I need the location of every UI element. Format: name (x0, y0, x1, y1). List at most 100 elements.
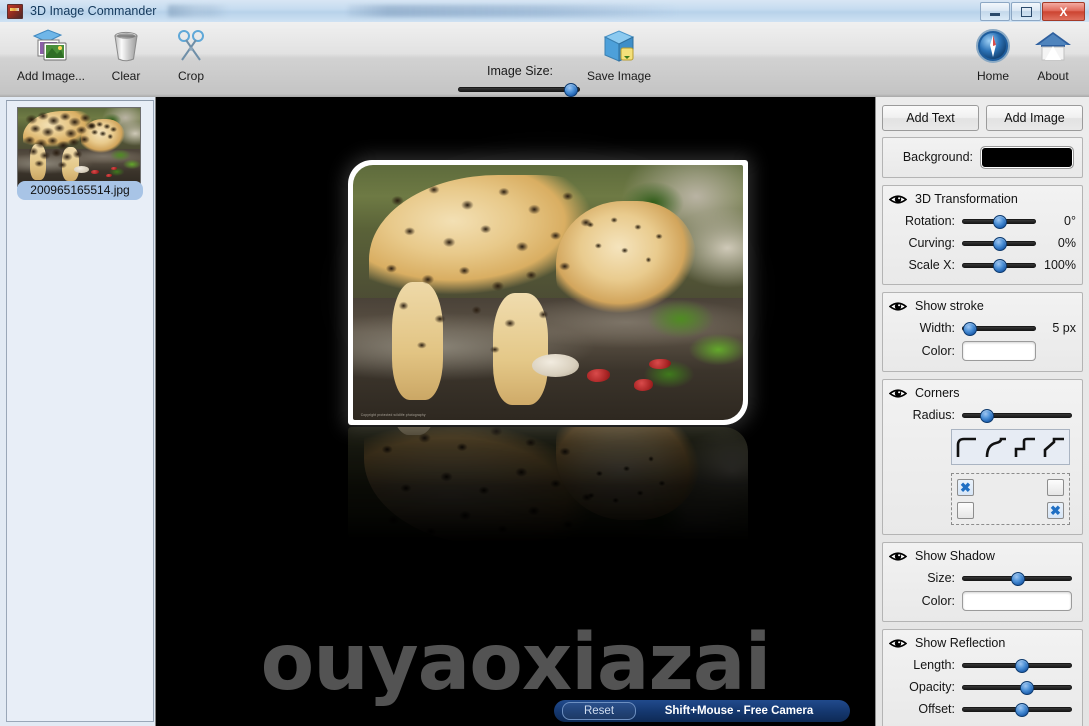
reflection-length-slider-thumb[interactable] (1015, 659, 1030, 673)
reflection-group: Show Reflection Length: Opacity: Offset: (882, 629, 1083, 726)
corners-header: Corners (888, 386, 1076, 400)
reflection-length-label: Length: (913, 658, 955, 672)
application-window: 3D Image Commander X Add Image... Clear … (0, 0, 1089, 726)
photo-inner: Copyright protected wildlife photography (353, 165, 743, 420)
corner-style-step[interactable] (1012, 435, 1038, 459)
image-size-slider[interactable] (458, 83, 580, 97)
title-bar: 3D Image Commander X (0, 0, 1089, 23)
close-button[interactable]: X (1042, 2, 1085, 21)
reset-button[interactable]: Reset (562, 702, 636, 720)
eye-icon[interactable] (888, 550, 908, 563)
add-image-button[interactable]: Add Image... (14, 26, 88, 92)
image-size-slider-track (458, 87, 580, 92)
rotation-slider-thumb[interactable] (993, 215, 1007, 229)
main-toolbar: Add Image... Clear Crop Image Size: Save… (0, 22, 1089, 98)
crop-button[interactable]: Crop (154, 26, 228, 92)
rotation-slider[interactable] (962, 215, 1036, 229)
clear-button[interactable]: Clear (89, 26, 163, 92)
reflection-opacity-slider-track (962, 685, 1072, 690)
photo-object[interactable]: Copyright protected wildlife photography (348, 160, 748, 425)
home-label: Home (976, 69, 1009, 83)
properties-panel: Add Text Add Image Background: 3D Transf… (875, 97, 1089, 726)
maximize-button[interactable] (1011, 2, 1041, 21)
corner-style-round[interactable] (954, 435, 980, 459)
reflection-opacity-row: Opacity: (889, 677, 1076, 697)
rotation-row: Rotation: 0° (889, 211, 1076, 231)
minimize-button[interactable] (980, 2, 1010, 21)
reflection-length-row: Length: (889, 655, 1076, 675)
house-icon (1034, 26, 1072, 66)
about-label: About (1037, 69, 1069, 83)
reflection-length-slider[interactable] (962, 659, 1072, 673)
thumbnail-image[interactable] (17, 107, 141, 187)
eye-icon[interactable] (888, 300, 908, 313)
scale-x-slider[interactable] (962, 259, 1036, 273)
add-text-button[interactable]: Add Text (882, 105, 979, 131)
eye-icon[interactable] (888, 637, 908, 650)
eye-icon[interactable] (888, 387, 908, 400)
canvas-stage: Copyright protected wildlife photography (156, 97, 875, 726)
list-item[interactable]: 200965165514.jpg (17, 107, 143, 200)
reflection-opacity-slider[interactable] (962, 681, 1072, 695)
corner-radius-slider[interactable] (962, 409, 1072, 423)
shadow-color-label: Color: (921, 594, 955, 608)
about-button[interactable]: About (1016, 26, 1089, 92)
curving-label: Curving: (908, 236, 955, 250)
curving-row: Curving: 0% (889, 233, 1076, 253)
shadow-color-swatch[interactable] (962, 591, 1072, 611)
preview-canvas[interactable]: Copyright protected wildlife photography (156, 97, 875, 726)
leopard-photo: Copyright protected wildlife photography (353, 165, 743, 420)
background-color-swatch[interactable] (980, 145, 1074, 169)
corner-radius-row: Radius: (889, 405, 1076, 425)
curving-slider[interactable] (962, 237, 1036, 251)
window-controls: X (979, 2, 1085, 21)
corner-checkbox-bottom-left[interactable] (957, 502, 974, 519)
shadow-color-row: Color: (889, 590, 1076, 612)
camera-status-bar: Reset Shift+Mouse - Free Camera (554, 700, 850, 722)
add-image-panel-button[interactable]: Add Image (986, 105, 1083, 131)
title-bar-blurred-text-1 (168, 5, 279, 17)
scale-x-row: Scale X: 100% (889, 255, 1076, 275)
reflection-offset-slider[interactable] (962, 703, 1072, 717)
corner-checkbox-top-left[interactable]: ✖ (957, 479, 974, 496)
background-group: Background: (882, 137, 1083, 178)
corner-checkbox-top-right[interactable] (1047, 479, 1064, 496)
save-image-label: Save Image (586, 69, 652, 83)
rotation-value: 0° (1064, 214, 1076, 228)
shadow-group: Show Shadow Size: Color: (882, 542, 1083, 622)
save-image-button[interactable]: Save Image (582, 26, 656, 92)
corner-checkbox-bottom-right[interactable]: ✖ (1047, 502, 1064, 519)
eye-icon[interactable] (888, 193, 908, 206)
reflection-opacity-slider-thumb[interactable] (1019, 681, 1034, 695)
corner-radius-label: Radius: (912, 408, 955, 422)
reflection-offset-row: Offset: (889, 699, 1076, 719)
shadow-size-row: Size: (889, 568, 1076, 588)
reflection-offset-slider-thumb[interactable] (1015, 703, 1030, 717)
save-image-icon (599, 26, 639, 66)
corner-toggle-grid: ✖ ✖ (951, 473, 1070, 525)
camera-hint-text: Shift+Mouse - Free Camera (664, 705, 814, 717)
list-item-filename: 200965165514.jpg (17, 181, 143, 200)
stroke-width-slider[interactable] (962, 322, 1036, 336)
stroke-color-swatch[interactable] (962, 341, 1036, 361)
shadow-size-slider-thumb[interactable] (1011, 572, 1025, 586)
stroke-width-slider-thumb[interactable] (963, 322, 978, 336)
scale-x-slider-thumb[interactable] (993, 259, 1007, 273)
reflection-title: Show Reflection (915, 636, 1006, 650)
curving-slider-thumb[interactable] (993, 237, 1007, 251)
corner-style-curve-in[interactable] (983, 435, 1009, 459)
image-size-slider-thumb[interactable] (564, 83, 579, 97)
add-image-icon (31, 26, 71, 66)
image-list[interactable]: 200965165514.jpg (6, 100, 154, 722)
stroke-width-row: Width: 5 px (889, 318, 1076, 338)
scale-x-value: 100% (1044, 258, 1076, 272)
shadow-size-slider[interactable] (962, 572, 1072, 586)
add-image-label: Add Image... (16, 69, 86, 83)
corner-style-bevel[interactable] (1041, 435, 1067, 459)
transform-group: 3D Transformation Rotation: 0° Curving: … (882, 185, 1083, 285)
reflection-offset-label: Offset: (918, 702, 955, 716)
reflection-opacity-label: Opacity: (909, 680, 955, 694)
reflection-header: Show Reflection (888, 636, 1076, 650)
scissors-icon (174, 26, 208, 66)
corner-radius-slider-thumb[interactable] (980, 409, 995, 423)
